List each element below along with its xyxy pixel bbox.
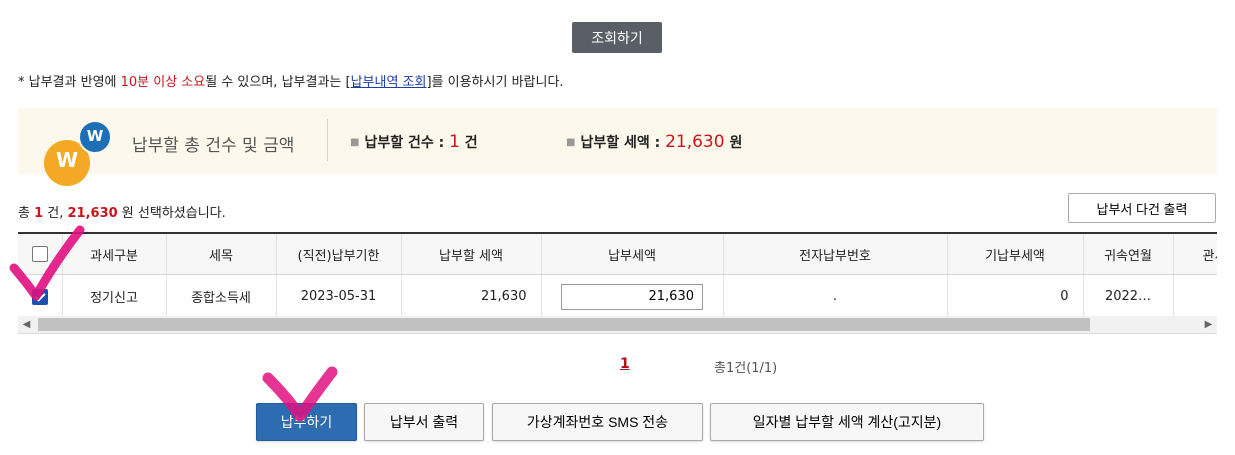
multi-print-button[interactable]: 납부서 다건 출력 [1068, 193, 1216, 223]
horizontal-scrollbar[interactable]: ◀ ▶ [18, 316, 1217, 334]
select-all-checkbox[interactable] [31, 246, 48, 262]
summary-amount: ■ 납부할 세액 : 21,630 원 [566, 132, 742, 152]
col-amount-due: 납부할 세액 [401, 234, 542, 275]
notice-highlight: 10분 이상 소요 [120, 75, 206, 90]
summary-title: 납부할 총 건수 및 금액 [132, 136, 295, 156]
cell-office: . [1173, 274, 1217, 318]
col-period: 귀속연월 [1083, 234, 1174, 275]
cell-epay-number: . [723, 274, 948, 318]
amount-unit: 원 [729, 135, 743, 151]
summary-divider [327, 119, 328, 161]
col-due-date: (직전)납부기한 [276, 234, 402, 275]
amount-value: 21,630 [665, 132, 725, 152]
col-pay-amount: 납부세액 [541, 234, 724, 275]
cell-pay-amount [541, 274, 724, 318]
notice-suffix: ]를 이용하시기 바랍니다. [426, 75, 564, 90]
cell-tax-item: 종합소득세 [166, 274, 277, 318]
notice-text: * 납부결과 반영에 10분 이상 소요될 수 있으며, 납부결과는 [납부내역… [18, 71, 564, 90]
payment-table: 과세구분 세목 (직전)납부기한 납부할 세액 납부세액 전자납부번호 기납부세… [18, 232, 1217, 318]
cell-prepaid: 0 [947, 274, 1084, 318]
col-tax-item: 세목 [166, 234, 277, 275]
table-row: 정기신고 종합소득세 2023-05-31 21,630 . 0 2022… . [18, 274, 1217, 318]
pay-amount-input[interactable] [561, 283, 703, 310]
row-select-cell[interactable] [18, 274, 63, 318]
row-checkbox[interactable] [31, 288, 48, 305]
notice-prefix: * 납부결과 반영에 [18, 75, 121, 90]
col-prepaid: 기납부세액 [947, 234, 1084, 275]
annotation-checkmarks [9, 225, 338, 422]
amount-label: 납부할 세액 : [580, 135, 661, 151]
pay-button[interactable]: 납부하기 [256, 403, 357, 441]
payment-history-link[interactable]: 납부내역 조회 [351, 75, 427, 90]
selected-count: 1 [34, 206, 44, 221]
col-tax-type: 과세구분 [62, 234, 167, 275]
count-value: 1 [449, 132, 460, 152]
cell-amount-due: 21,630 [401, 274, 542, 318]
scroll-left-icon[interactable]: ◀ [18, 316, 35, 333]
page-total: 총1건(1/1) [714, 361, 778, 376]
scrollbar-thumb[interactable] [38, 318, 1090, 331]
summary-count: ■ 납부할 건수 : 1 건 [350, 132, 478, 152]
select-all-cell[interactable] [18, 234, 63, 275]
daily-tax-calc-button[interactable]: 일자별 납부할 세액 계산(고지분) [710, 403, 984, 441]
bullet-icon: ■ [350, 137, 360, 148]
col-office: 관서명 [1173, 234, 1217, 275]
page-link-current[interactable]: 1 [620, 356, 630, 372]
search-button[interactable]: 조회하기 [572, 22, 662, 53]
scroll-right-icon[interactable]: ▶ [1200, 316, 1217, 333]
selection-info: 총 1 건, 21,630 원 선택하셨습니다. [18, 206, 226, 221]
cell-due-date: 2023-05-31 [276, 274, 402, 318]
sms-account-button[interactable]: 가상계좌번호 SMS 전송 [492, 403, 703, 441]
cell-period: 2022… [1083, 274, 1174, 318]
cell-tax-type: 정기신고 [62, 274, 167, 318]
print-bill-button[interactable]: 납부서 출력 [364, 403, 484, 441]
bullet-icon: ■ [566, 137, 576, 148]
col-epay-number: 전자납부번호 [723, 234, 948, 275]
logo-badge-icon: W [78, 120, 112, 154]
notice-middle: 될 수 있으며, 납부결과는 [ [205, 75, 351, 90]
table-header-row: 과세구분 세목 (직전)납부기한 납부할 세액 납부세액 전자납부번호 기납부세… [18, 234, 1217, 275]
selected-amount: 21,630 [67, 206, 118, 221]
count-unit: 건 [464, 135, 478, 151]
count-label: 납부할 건수 : [364, 135, 445, 151]
